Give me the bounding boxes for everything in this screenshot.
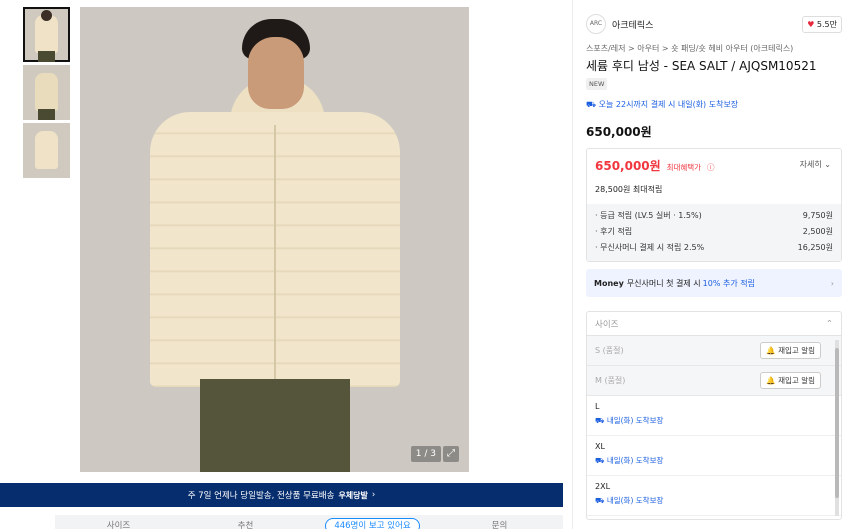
size-option[interactable]: L ⛟ 내일(화) 도착보장	[587, 396, 841, 436]
store-info[interactable]: ARC 아크테릭스	[586, 14, 653, 34]
detail-toggle[interactable]: 자세히 ⌄	[800, 159, 831, 170]
truck-icon: ⛟	[595, 496, 605, 505]
money-highlight: 10% 추가 적립	[702, 278, 755, 288]
store-name: 아크테릭스	[612, 20, 654, 31]
tab-recommend[interactable]: 추천	[182, 515, 309, 529]
store-logo: ARC	[586, 14, 606, 34]
banner-logo: 우체당발	[338, 490, 368, 500]
chevron-up-icon: ⌃	[825, 318, 833, 329]
benefit-price: 650,000원	[595, 159, 661, 173]
truck-icon: ⛟	[595, 416, 605, 425]
money-promo[interactable]: Money 무신사머니 첫 결제 시 10% 추가 적립 ›	[586, 269, 842, 297]
points-row: · 등급 적립 (LV.5 실버 · 1.5%) 9,750원	[595, 211, 833, 220]
expand-icon[interactable]: ⤢	[443, 446, 459, 462]
product-info-panel: ARC 아크테릭스 ♥ 5.5만 스포츠/레저 > 아우터 > 숏 패딩/숏 헤…	[572, 0, 850, 529]
restock-alert-button[interactable]: 🔔 재입고 알림	[760, 342, 821, 359]
thumbnail-list	[23, 7, 70, 181]
image-counter: 1 / 3	[410, 446, 441, 462]
section-tabs: 사이즈 추천 446명이 보고 있어요 문의	[55, 515, 563, 529]
tab-inquiry[interactable]: 문의	[436, 515, 563, 529]
money-brand: Money	[594, 278, 624, 288]
breadcrumb[interactable]: 스포츠/레저 > 아우터 > 숏 패딩/숏 헤비 아우터 (아크테릭스)	[586, 43, 793, 54]
info-icon[interactable]: ⓘ	[707, 163, 715, 172]
thumbnail-3[interactable]	[23, 123, 70, 178]
benefit-tag: 최대혜택가	[666, 163, 702, 172]
product-title: 세륨 후디 남성 - SEA SALT / AJQSM10521	[586, 59, 817, 73]
product-main-image[interactable]: 1 / 3 ⤢	[80, 7, 469, 472]
delivery-guarantee: ⛟ 오늘 22시까지 결제 시 내일(화) 도착보장	[586, 100, 739, 109]
chevron-right-icon: ›	[371, 490, 376, 500]
size-header[interactable]: 사이즈 ⌃	[587, 312, 841, 336]
truck-icon: ⛟	[595, 456, 605, 465]
thumbnail-1[interactable]	[23, 7, 70, 62]
heart-icon: ♥	[807, 20, 815, 29]
size-select: 사이즈 ⌃ S (품절) 🔔 재입고 알림 M (품절) 🔔 재입고 알림 L …	[586, 311, 842, 520]
banner-text: 주 7일 언제나 당일발송, 전상품 무료배송	[187, 491, 335, 501]
restock-alert-button[interactable]: 🔔 재입고 알림	[760, 372, 821, 389]
thumbnail-2[interactable]	[23, 65, 70, 120]
points-breakdown: · 등급 적립 (LV.5 실버 · 1.5%) 9,750원 · 후기 적립 2,…	[587, 204, 841, 261]
points-row: · 무신사머니 결제 시 적립 2.5% 16,250원	[595, 243, 833, 252]
like-button[interactable]: ♥ 5.5만	[802, 16, 842, 33]
size-option-soldout: S (품절) 🔔 재입고 알림	[587, 336, 841, 366]
chevron-right-icon: ›	[830, 278, 834, 288]
chevron-down-icon: ⌄	[824, 160, 831, 169]
tab-size[interactable]: 사이즈	[55, 515, 182, 529]
max-points: 28,500원 최대적립	[595, 185, 663, 194]
like-count: 5.5만	[816, 20, 837, 29]
tab-viewers[interactable]: 446명이 보고 있어요	[309, 515, 436, 529]
points-row: · 후기 적립 2,500원	[595, 227, 833, 236]
money-text: 무신사머니 첫 결제 시	[626, 278, 701, 288]
benefit-box: 650,000원 최대혜택가 ⓘ 자세히 ⌄ 28,500원 최대적립 · 등급…	[586, 148, 842, 262]
new-badge: NEW	[586, 78, 608, 90]
product-price: 650,000원	[586, 125, 652, 139]
size-option-soldout: M (품절) 🔔 재입고 알림	[587, 366, 841, 396]
size-scrollbar[interactable]	[835, 340, 839, 516]
size-option[interactable]: XL ⛟ 내일(화) 도착보장	[587, 436, 841, 476]
truck-icon: ⛟	[586, 100, 597, 109]
shipping-banner[interactable]: 주 7일 언제나 당일발송, 전상품 무료배송 우체당발 ›	[0, 483, 563, 507]
size-option[interactable]: 2XL ⛟ 내일(화) 도착보장	[587, 476, 841, 516]
